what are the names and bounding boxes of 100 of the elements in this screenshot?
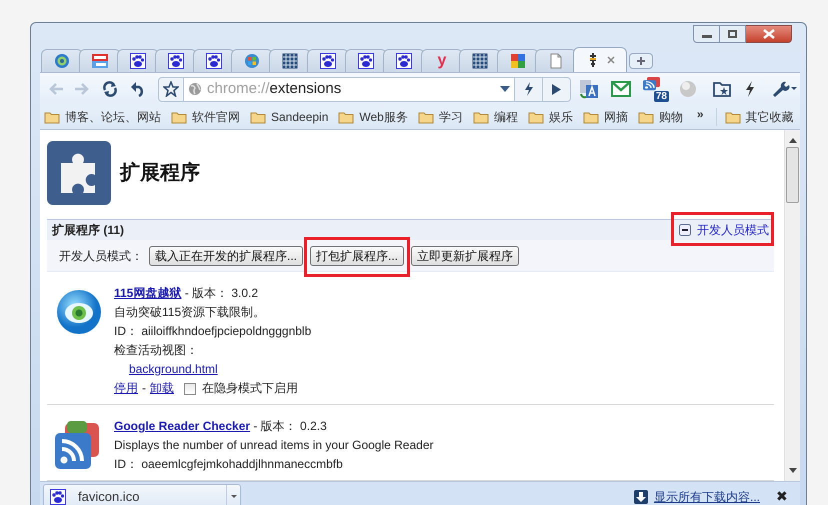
tab-glyph: y — [438, 53, 446, 69]
browser-tab[interactable] — [117, 49, 159, 72]
bookmark-folder[interactable]: 学习 — [418, 108, 463, 126]
folder-icon — [171, 110, 187, 124]
close-shelf-button[interactable]: ✖ — [776, 486, 788, 505]
bookmark-folder[interactable]: 娱乐 — [528, 108, 573, 126]
scroll-down-icon[interactable] — [788, 468, 796, 473]
bookmark-folder[interactable]: 博客、论坛、网站 — [44, 108, 161, 126]
url-text: chrome://extensions — [207, 78, 342, 99]
bookmark-folder[interactable]: 编程 — [472, 108, 518, 126]
folder-icon — [250, 110, 266, 124]
folder-icon — [472, 110, 489, 124]
page-icon — [548, 53, 564, 69]
paw-icon — [396, 53, 412, 69]
paw-icon — [168, 53, 184, 69]
scroll-up-icon[interactable] — [788, 138, 796, 143]
scrollbar-thumb[interactable] — [786, 147, 799, 203]
paw-icon — [320, 53, 336, 69]
more-bookmarks-chevron[interactable]: » — [696, 105, 704, 123]
ring-icon — [54, 53, 70, 69]
extension-name-link[interactable]: Google Reader Checker — [114, 419, 250, 433]
grid-icon — [282, 53, 298, 69]
action-link[interactable]: 停用 — [114, 379, 138, 398]
wrench-menu-icon[interactable] — [771, 81, 797, 97]
developer-button[interactable]: 打包扩展程序... — [310, 246, 404, 266]
lightning-icon[interactable] — [745, 81, 755, 97]
close-button[interactable] — [746, 25, 792, 43]
folder-icon — [528, 110, 544, 124]
feed-icon[interactable] — [643, 77, 661, 91]
vertical-scrollbar[interactable] — [784, 130, 800, 481]
unread-count-badge: 78 — [654, 91, 669, 102]
inspect-views-label: 检查活动视图： — [114, 342, 199, 359]
extension-id: ID： oaeemlcgfejmkohaddjlhnmaneccmbfb — [114, 456, 344, 473]
section-title: 扩展程序 (11) — [52, 222, 124, 239]
download-item[interactable]: favicon.ico — [43, 484, 241, 505]
reload-icon[interactable] — [102, 81, 118, 97]
browser-tab[interactable] — [307, 49, 349, 72]
bookmark-folder[interactable]: 软件官网 — [171, 108, 240, 126]
close-icon — [762, 29, 774, 39]
paw-icon — [130, 53, 146, 69]
developer-mode-link[interactable]: 开发人员模式 — [679, 221, 769, 239]
extension-id: ID： aiiloiffkhndoefjpciepoldngggnblb — [114, 323, 312, 340]
orb-icon — [244, 53, 260, 69]
browser-tab[interactable] — [573, 47, 627, 72]
action-link[interactable]: 卸载 — [150, 379, 174, 398]
tile-icon — [92, 53, 108, 69]
lightning-button[interactable] — [515, 76, 543, 102]
incognito-label: 在隐身模式下启用 — [202, 380, 298, 397]
go-button[interactable] — [543, 76, 571, 102]
close-tab-icon — [607, 56, 615, 64]
star-icon — [163, 81, 179, 97]
developer-button[interactable]: 载入正在开发的扩展程序... — [149, 246, 304, 266]
lightning-icon — [524, 82, 534, 96]
minimize-button[interactable] — [693, 25, 720, 43]
bookmark-folder[interactable]: 网摘 — [582, 108, 628, 126]
extension-description: 自动突破115资源下载限制。 — [114, 304, 266, 321]
developer-button[interactable]: 立即更新扩展程序 — [411, 246, 520, 266]
four-color-square-icon — [510, 53, 526, 69]
play-icon — [552, 84, 561, 94]
extension-name-link[interactable]: 115网盘越狱 — [114, 286, 182, 300]
globe-icon — [188, 82, 202, 96]
browser-tab[interactable] — [193, 49, 235, 72]
undo-arrow-icon[interactable] — [130, 81, 146, 97]
view-link[interactable]: background.html — [129, 360, 218, 379]
paw-icon — [358, 53, 374, 69]
browser-tab[interactable] — [383, 49, 425, 72]
puzzle-piece-icon — [47, 141, 111, 205]
dropdown-caret-icon[interactable] — [500, 86, 510, 92]
plus-icon — [636, 56, 646, 66]
bookmark-folder[interactable]: Sandeepin — [250, 108, 328, 126]
show-all-downloads-link[interactable]: 显示所有下载内容... — [654, 488, 760, 505]
bookmark-star-button[interactable] — [158, 76, 184, 102]
new-tab-button[interactable] — [629, 53, 653, 69]
incognito-checkbox[interactable] — [184, 382, 196, 394]
dropdown-caret-icon — [230, 495, 236, 498]
folder-icon — [44, 110, 60, 124]
folder-icon — [724, 110, 741, 124]
developer-mode-label: 开发人员模式： — [59, 248, 143, 264]
bookmark-folder[interactable]: 购物 — [638, 108, 683, 126]
paw-icon — [50, 488, 66, 504]
browser-tab[interactable] — [155, 49, 197, 72]
bookmark-star-folder-icon[interactable] — [713, 81, 731, 97]
action-separator: - — [142, 380, 146, 397]
maximize-button[interactable] — [720, 25, 746, 43]
address-field[interactable]: chrome://extensions — [184, 76, 515, 102]
other-bookmarks-folder[interactable]: 其它收藏 — [724, 108, 794, 126]
folder-icon — [418, 110, 434, 124]
mail-icon[interactable] — [611, 81, 631, 97]
page-title: 扩展程序 — [120, 160, 200, 186]
eye-logo-icon — [55, 288, 103, 336]
browser-tab[interactable] — [345, 49, 387, 72]
bookmark-folder[interactable]: Web服务 — [338, 108, 408, 126]
browser-tab[interactable] — [269, 49, 311, 72]
extension-description: Displays the number of unread items in your Google Reader — [114, 437, 434, 454]
folder-icon — [582, 110, 599, 124]
translate-icon[interactable] — [579, 79, 599, 99]
browser-tab[interactable] — [459, 49, 501, 72]
folder-icon — [338, 110, 354, 124]
extension-title-line: Google Reader Checker - 版本： 0.2.3 — [114, 418, 328, 435]
download-arrow-icon — [634, 490, 648, 504]
